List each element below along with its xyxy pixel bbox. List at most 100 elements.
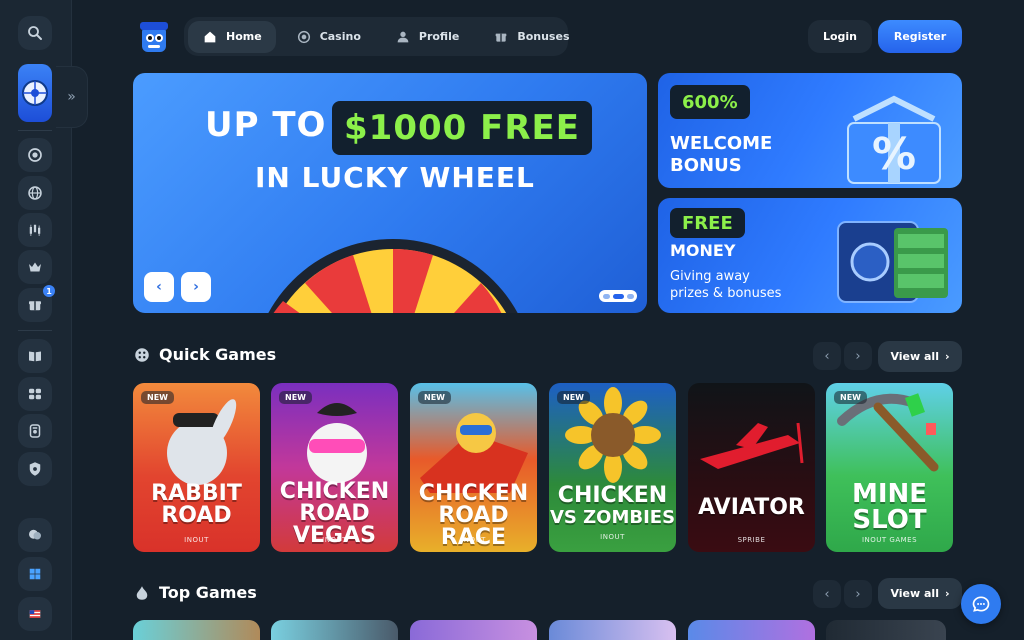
globe-icon bbox=[28, 186, 42, 200]
site-logo[interactable] bbox=[134, 16, 174, 56]
game-title-line2: ROAD bbox=[161, 503, 232, 528]
hero-line1: UP TO bbox=[205, 105, 327, 145]
welcome-bonus-title-2: BONUS bbox=[670, 155, 742, 176]
fire-icon bbox=[136, 585, 148, 600]
nav-profile-label: Profile bbox=[418, 30, 460, 43]
sidebar-item-bonuses[interactable]: 1 bbox=[18, 285, 55, 322]
nav-home[interactable]: Home bbox=[188, 20, 276, 53]
sidebar-item-games[interactable] bbox=[18, 377, 52, 411]
free-money-banner[interactable]: FREE MONEY Giving away prizes & bonuses bbox=[658, 198, 962, 313]
carousel-dot[interactable] bbox=[626, 293, 634, 299]
top-game-card[interactable] bbox=[410, 620, 537, 640]
chevron-right-icon: › bbox=[944, 587, 950, 600]
logo-mascot-icon bbox=[140, 22, 168, 52]
sidebar-item-tournaments[interactable] bbox=[18, 414, 52, 448]
crown-icon bbox=[29, 262, 41, 272]
sidebar-item-windows-app[interactable] bbox=[18, 557, 52, 591]
free-money-title: MONEY bbox=[670, 241, 736, 260]
main-nav: Home Casino Profile Bonuses bbox=[184, 17, 570, 56]
lucky-wheel-graphic bbox=[268, 239, 518, 313]
hero-next-button[interactable]: › bbox=[181, 272, 211, 302]
top-games-view-all[interactable]: View all › bbox=[878, 578, 962, 609]
new-badge: NEW bbox=[418, 391, 451, 404]
game-card-aviator[interactable]: AVIATOR SPRIBE bbox=[688, 383, 815, 552]
chevron-left-icon: ‹ bbox=[824, 586, 830, 602]
gift-icon bbox=[29, 301, 41, 311]
carousel-dot[interactable] bbox=[602, 293, 610, 299]
nav-bonuses-label: Bonuses bbox=[517, 30, 570, 43]
windows-icon bbox=[29, 568, 41, 580]
chevron-left-icon: ‹ bbox=[824, 348, 830, 364]
chat-icon bbox=[972, 596, 990, 612]
top-game-card[interactable] bbox=[133, 620, 260, 640]
game-card-chicken-road-race[interactable]: NEW CHICKEN ROAD RACE INOUT bbox=[410, 383, 537, 552]
login-button[interactable]: Login bbox=[808, 20, 872, 53]
sidebar-item-support[interactable] bbox=[18, 518, 52, 552]
chevron-right-icon: › bbox=[855, 348, 861, 364]
register-button[interactable]: Register bbox=[878, 20, 962, 53]
game-card-mine-slot[interactable]: NEW MINE SLOT INOUT GAMES bbox=[826, 383, 953, 552]
search-button[interactable] bbox=[18, 16, 52, 50]
top-game-card[interactable] bbox=[271, 620, 398, 640]
live-chat-button[interactable] bbox=[961, 584, 1001, 624]
sidebar: » 1 bbox=[0, 0, 88, 640]
chevron-right-icon: › bbox=[193, 279, 199, 295]
chevron-right-icon: › bbox=[944, 350, 950, 363]
game-title-line1: RABBIT bbox=[151, 481, 242, 506]
gamepad-icon bbox=[29, 388, 41, 400]
new-badge: NEW bbox=[141, 391, 174, 404]
top-games-title: Top Games bbox=[159, 583, 257, 602]
chevron-right-icon: › bbox=[855, 586, 861, 602]
sidebar-item-casino[interactable] bbox=[18, 138, 52, 172]
welcome-bonus-banner[interactable]: 600% WELCOME BONUS % bbox=[658, 73, 962, 188]
game-title-line1: CHICKEN bbox=[557, 483, 668, 508]
quick-games-next-button[interactable]: › bbox=[844, 342, 872, 370]
hero-line2: IN LUCKY WHEEL bbox=[255, 161, 535, 194]
nav-casino[interactable]: Casino bbox=[282, 21, 375, 53]
quick-games-view-all[interactable]: View all › bbox=[878, 341, 962, 372]
game-title-line1: CHICKEN bbox=[418, 481, 529, 506]
sidebar-item-security[interactable] bbox=[18, 452, 52, 486]
free-money-sub-2: prizes & bonuses bbox=[670, 286, 782, 301]
hero-banner[interactable]: UP TO $1000 FREE IN LUCKY WHEEL ‹ › bbox=[133, 73, 647, 313]
game-provider: INOUT GAMES bbox=[861, 536, 918, 544]
carousel-dot-active[interactable] bbox=[612, 293, 624, 299]
sidebar-expand-button[interactable]: » bbox=[56, 66, 88, 128]
game-card-rabbit-road[interactable]: NEW RABBIT ROAD INOUT bbox=[133, 383, 260, 552]
new-badge: NEW bbox=[279, 391, 312, 404]
language-selector[interactable] bbox=[18, 597, 52, 631]
game-provider: INOUT bbox=[600, 533, 625, 541]
top-games-prev-button[interactable]: ‹ bbox=[813, 580, 841, 608]
game-card-chicken-vs-zombies[interactable]: NEW CHICKEN VS ZOMBIES INOUT bbox=[549, 383, 676, 552]
nav-profile[interactable]: Profile bbox=[381, 21, 473, 53]
welcome-bonus-percent: 600% bbox=[670, 85, 750, 119]
red-plane-art bbox=[700, 422, 804, 469]
sidebar-item-sports[interactable] bbox=[18, 176, 52, 210]
quick-games-title: Quick Games bbox=[159, 345, 277, 364]
bonus-count-badge: 1 bbox=[43, 285, 55, 297]
game-title-line2: SLOT bbox=[852, 505, 927, 535]
carousel-dots[interactable] bbox=[599, 290, 637, 302]
sidebar-item-rules[interactable] bbox=[18, 339, 52, 373]
hero-prev-button[interactable]: ‹ bbox=[144, 272, 174, 302]
top-game-card[interactable] bbox=[826, 620, 946, 640]
game-title-line1: CHICKEN bbox=[279, 479, 390, 504]
chip-icon bbox=[297, 30, 310, 43]
game-card-chicken-road-vegas[interactable]: NEW CHICKEN ROAD VEGAS INOUT bbox=[271, 383, 398, 552]
top-game-card[interactable] bbox=[549, 620, 676, 640]
top-game-card[interactable] bbox=[688, 620, 815, 640]
nav-home-label: Home bbox=[226, 30, 262, 43]
sidebar-item-vip[interactable] bbox=[18, 250, 52, 284]
home-icon bbox=[204, 31, 216, 42]
top-games-next-button[interactable]: › bbox=[844, 580, 872, 608]
nav-bonuses[interactable]: Bonuses bbox=[479, 21, 583, 53]
user-icon bbox=[397, 31, 409, 42]
sidebar-divider bbox=[18, 130, 52, 131]
sidebar-divider bbox=[18, 330, 52, 331]
lucky-wheel-thumbnail[interactable] bbox=[18, 64, 52, 122]
game-provider: INOUT bbox=[184, 536, 209, 544]
hero-highlight: $1000 FREE bbox=[332, 101, 592, 155]
quick-games-prev-button[interactable]: ‹ bbox=[813, 342, 841, 370]
sidebar-item-trading[interactable] bbox=[18, 213, 52, 247]
us-flag-icon bbox=[29, 610, 41, 618]
